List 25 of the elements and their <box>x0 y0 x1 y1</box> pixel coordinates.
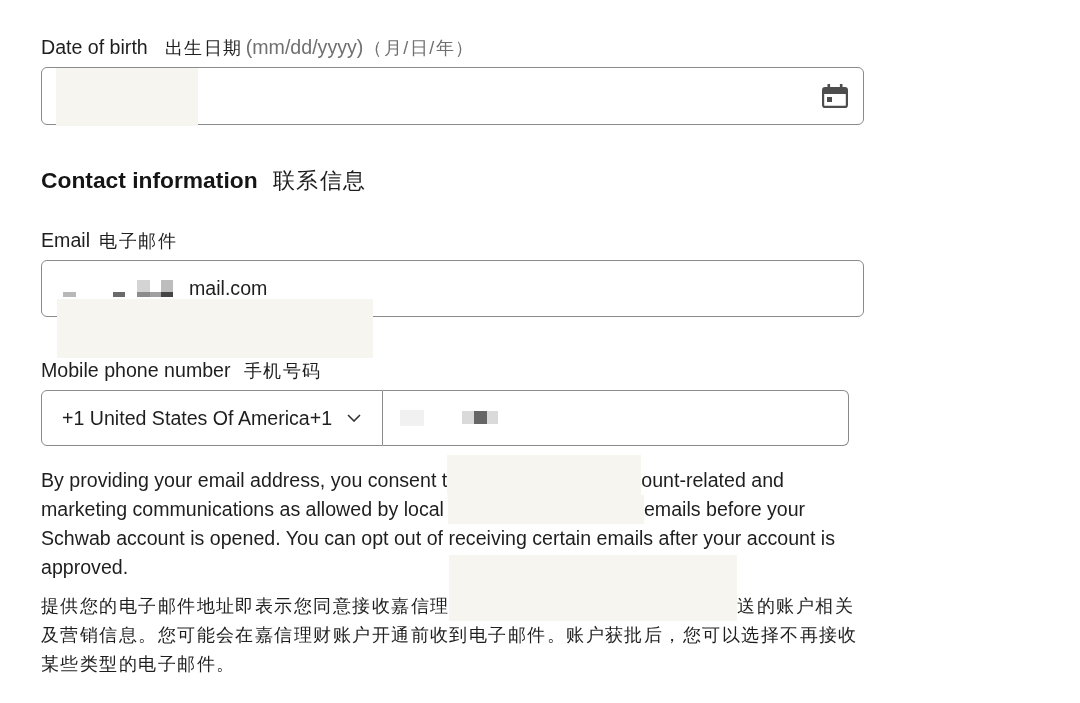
field-label: 电子邮件 <box>99 230 177 252</box>
country-select[interactable]: +1 United States Of America+1 <box>41 390 383 446</box>
field-label: Email <box>41 229 90 251</box>
field-label: 出生日期 <box>164 37 243 59</box>
consent-text: By providing your email address, you consent t <box>41 468 448 493</box>
consent-text: 及营销信息。您可能会在嘉信理财账户开通前收到电子邮件。账户获批后，您可以选择不再接收 <box>41 624 858 647</box>
consent-text: marketing communications as allowed by local <box>41 497 444 522</box>
consent-text: emails before your <box>643 497 806 522</box>
format-hint: (mm/dd/yyyy) <box>245 36 364 58</box>
phone-input[interactable] <box>383 390 849 446</box>
field-label: Date of birth <box>41 36 148 58</box>
format-hint: （月/日/年） <box>364 37 475 59</box>
caret-icon <box>347 414 362 422</box>
consent-text: ount-related and <box>641 468 784 493</box>
consent-text: Schwab account is opened. You can opt out of receiving certain emails after your account is <box>41 526 836 551</box>
field-label: Mobile phone number <box>41 359 231 381</box>
consent-text: 某些类型的电子邮件。 <box>41 653 236 676</box>
date-input[interactable] <box>41 67 864 125</box>
section-heading: Contact information <box>41 166 258 195</box>
consent-text: 提供您的电子邮件地址即表示您同意接收嘉信理 <box>41 595 450 618</box>
section-heading: 联系信息 <box>272 167 367 195</box>
consent-text: 送的账户相关 <box>737 595 855 618</box>
consent-text: approved. <box>41 555 129 580</box>
calendar-icon[interactable] <box>822 84 848 108</box>
field-label: 手机号码 <box>243 360 322 382</box>
